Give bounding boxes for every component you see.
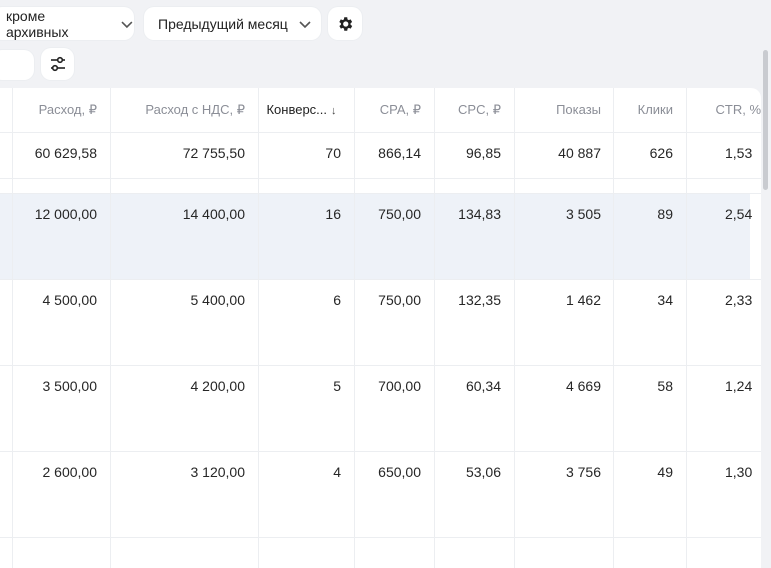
cell-cpa: 650,00 <box>378 464 421 480</box>
cell-impressions: 3 756 <box>565 464 601 480</box>
cell-clicks: 58 <box>657 378 673 394</box>
row-divider <box>0 279 761 280</box>
row-divider <box>0 537 761 538</box>
column-header-label: Клики <box>637 102 673 117</box>
row-divider <box>0 132 761 133</box>
cell-cpa: 750,00 <box>378 206 421 222</box>
column-header-conversions[interactable]: Конверс... ↓ <box>262 88 341 132</box>
gear-icon <box>339 16 353 31</box>
column-divider <box>686 88 687 568</box>
archive-filter-dropdown[interactable]: кроме архивных <box>0 7 134 40</box>
column-header-spend[interactable]: Расход, ₽ <box>16 88 97 132</box>
cell-impressions: 40 887 <box>558 145 601 161</box>
column-header-impressions[interactable]: Показы <box>518 88 601 132</box>
sort-desc-icon[interactable]: ↓ <box>331 105 337 117</box>
row-divider <box>0 451 761 452</box>
vertical-scrollbar[interactable] <box>763 50 768 190</box>
cell-cpc: 60,34 <box>465 378 501 394</box>
cell-spend: 12 000,00 <box>34 206 97 222</box>
cell-cpa: 750,00 <box>378 292 421 308</box>
cell-clicks: 89 <box>657 206 673 222</box>
chevron-down-icon <box>121 20 133 28</box>
cell-impressions: 1 462 <box>565 292 601 308</box>
column-header-cpc[interactable]: CPC, ₽ <box>438 88 501 132</box>
column-header-label: CPC, ₽ <box>458 102 501 117</box>
search-input[interactable] <box>0 50 34 80</box>
cell-ctr: 1,24 <box>725 378 753 394</box>
cell-impressions: 3 505 <box>565 206 601 222</box>
column-header-label: CTR, % <box>715 102 762 117</box>
cell-conversions: 70 <box>325 145 341 161</box>
cell-impressions: 4 669 <box>565 378 601 394</box>
cell-cpc: 134,83 <box>458 206 501 222</box>
cell-cpc: 132,35 <box>458 292 501 308</box>
stats-table: Расход, ₽ Расход с НДС, ₽ Конверс... ↓ CPA, … <box>0 88 761 568</box>
row-divider <box>0 365 761 366</box>
cell-spend_vat: 14 400,00 <box>182 206 245 222</box>
column-header-label: Расход с НДС, ₽ <box>145 102 245 117</box>
cell-cpc: 53,06 <box>465 464 501 480</box>
sliders-icon <box>50 56 65 72</box>
cell-conversions: 16 <box>325 206 341 222</box>
cell-cpa: 700,00 <box>378 378 421 394</box>
period-filter-label: Предыдущий месяц <box>158 15 288 32</box>
cell-spend_vat: 72 755,50 <box>182 145 245 161</box>
cell-spend_vat: 5 400,00 <box>190 292 246 308</box>
cell-cpc: 96,85 <box>465 145 501 161</box>
cell-spend: 60 629,58 <box>34 145 97 161</box>
cell-spend: 2 600,00 <box>42 464 98 480</box>
column-header-cpa[interactable]: CPA, ₽ <box>358 88 421 132</box>
cell-spend: 4 500,00 <box>42 292 98 308</box>
cell-conversions: 4 <box>333 464 341 480</box>
archive-filter-label: кроме архивных <box>6 7 69 40</box>
column-header-label: Расход, ₽ <box>38 102 97 117</box>
cell-ctr: 2,54 <box>725 206 753 222</box>
cell-spend_vat: 4 200,00 <box>190 378 246 394</box>
chevron-down-icon <box>299 20 311 28</box>
column-header-label: Конверс... <box>266 102 328 117</box>
column-header-clicks[interactable]: Клики <box>617 88 673 132</box>
row-divider <box>0 193 761 194</box>
column-header-label: CPA, ₽ <box>379 102 421 117</box>
cell-cpa: 866,14 <box>378 145 421 161</box>
column-header-label: Показы <box>556 102 601 117</box>
cell-clicks: 49 <box>657 464 673 480</box>
period-filter-dropdown[interactable]: Предыдущий месяц <box>144 7 321 40</box>
cell-spend_vat: 3 120,00 <box>190 464 246 480</box>
cell-ctr: 1,30 <box>725 464 753 480</box>
cell-clicks: 626 <box>649 145 673 161</box>
cell-conversions: 6 <box>333 292 341 308</box>
column-settings-button[interactable] <box>41 48 74 80</box>
cell-ctr: 1,53 <box>725 145 753 161</box>
cell-spend: 3 500,00 <box>42 378 98 394</box>
settings-button[interactable] <box>328 7 362 40</box>
row-divider <box>0 178 761 179</box>
column-header-spend_vat[interactable]: Расход с НДС, ₽ <box>114 88 245 132</box>
column-header-ctr[interactable]: CTR, % <box>690 88 762 132</box>
cell-conversions: 5 <box>333 378 341 394</box>
cell-ctr: 2,33 <box>725 292 753 308</box>
cell-clicks: 34 <box>657 292 673 308</box>
